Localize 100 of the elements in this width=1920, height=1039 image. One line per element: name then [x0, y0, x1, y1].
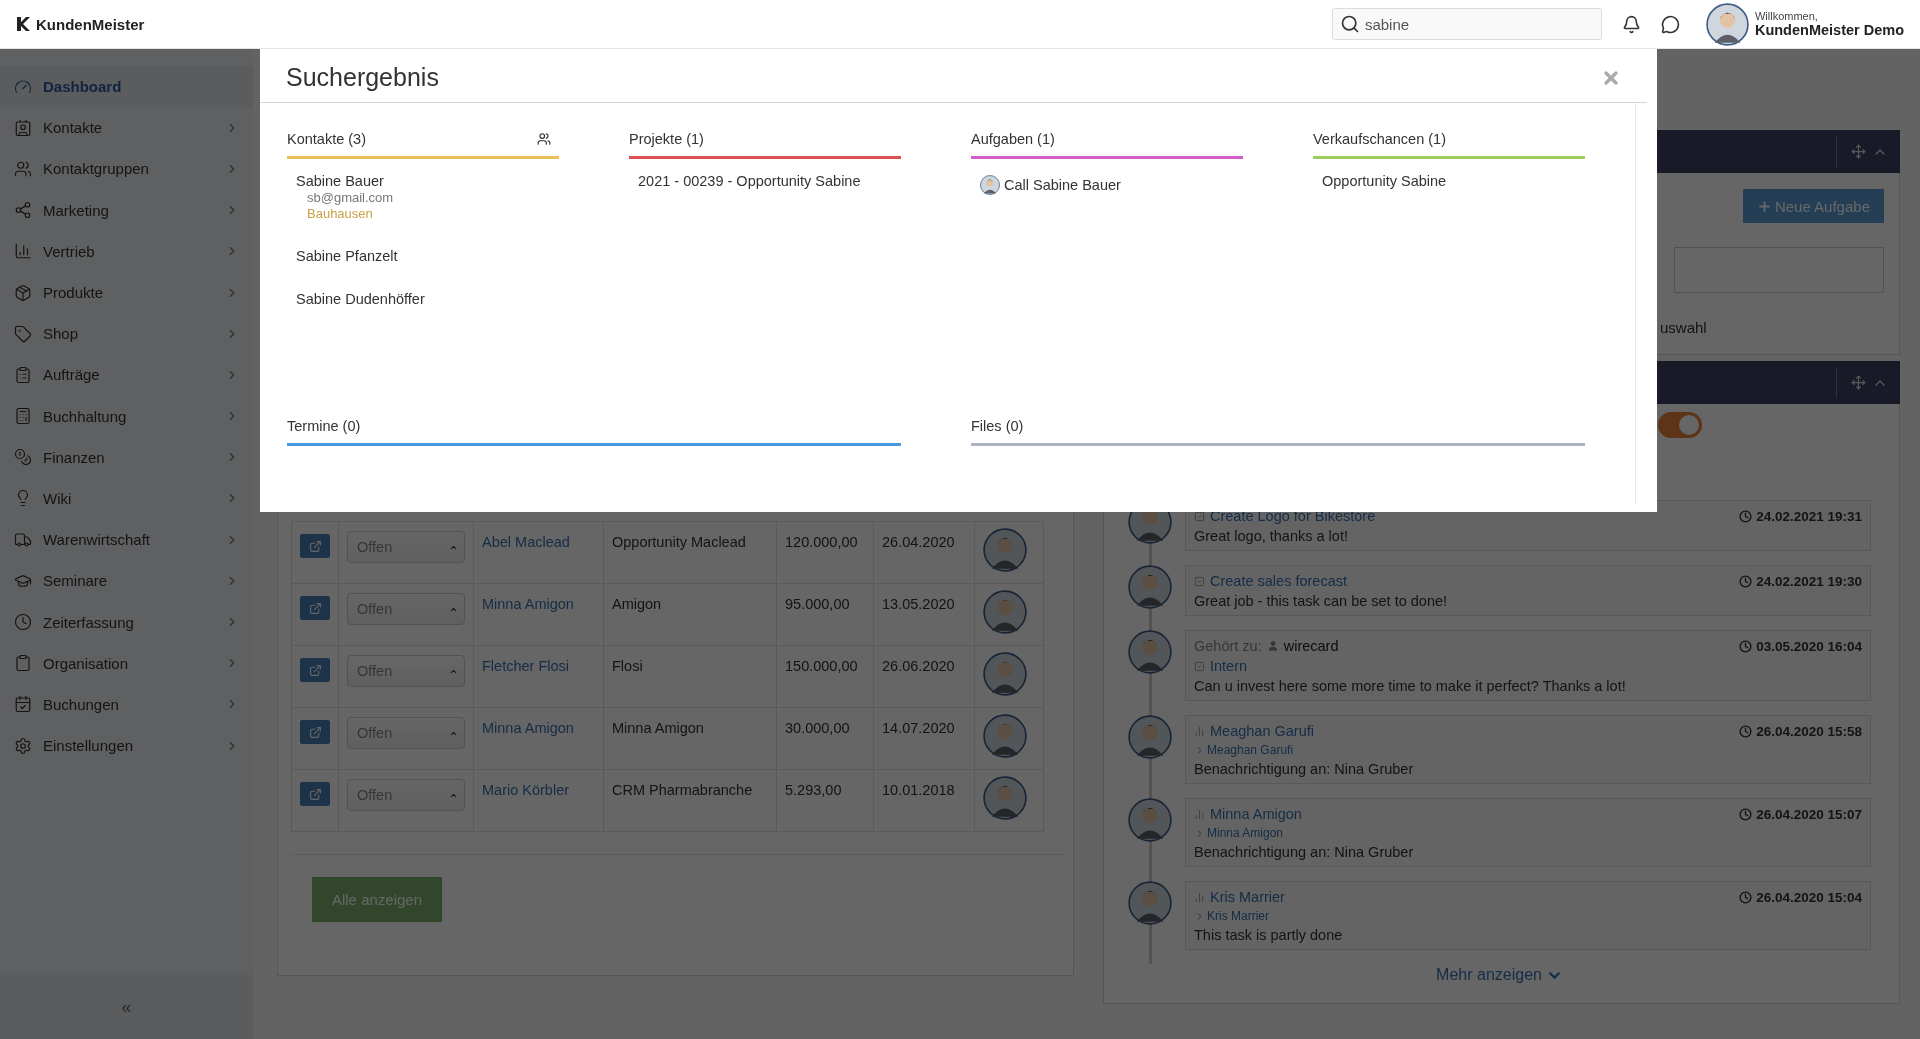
feed-text: Great logo, thanks a lot!: [1194, 528, 1349, 544]
open-button[interactable]: [300, 720, 330, 744]
feed-text: Great job - this task can be set to done!: [1194, 593, 1449, 609]
timestamp: 26.04.2020 15:58: [1756, 723, 1862, 739]
contact-link[interactable]: Minna Amigon: [482, 596, 574, 612]
avatar: [1128, 798, 1172, 842]
messages-button[interactable]: [1660, 14, 1680, 34]
section-title: Files (0): [971, 418, 1024, 434]
result-item[interactable]: Sabine Bauer: [296, 173, 559, 189]
open-button[interactable]: [300, 782, 330, 806]
table-cell: 10.01.2018: [882, 782, 955, 798]
timestamp: 03.05.2020 16:04: [1756, 638, 1862, 654]
app-name: KundenMeister: [36, 15, 145, 33]
avatar: [1128, 565, 1172, 609]
feed-text: Benachrichtigung an: Nina Gruber: [1194, 844, 1415, 860]
result-item[interactable]: Sabine Dudenhöffer: [296, 291, 559, 307]
open-button[interactable]: [300, 596, 330, 620]
move-icon[interactable]: [1851, 144, 1866, 159]
table-cell: CRM Pharmabranche: [612, 782, 753, 798]
contact-link[interactable]: Fletcher Flosi: [482, 658, 570, 674]
sidebar-item[interactable]: Produkte: [0, 271, 253, 314]
feed-link[interactable]: Intern: [1210, 658, 1248, 674]
section-title: Termine (0): [287, 418, 361, 434]
sidebar-item[interactable]: Zeiterfassung: [0, 601, 253, 643]
table-cell: Flosi: [612, 658, 643, 674]
bar-chart-icon: [1194, 808, 1205, 820]
sidebar-item[interactable]: Buchungen: [0, 683, 253, 725]
sidebar-item[interactable]: Marketing: [0, 189, 253, 231]
avatar: [983, 590, 1027, 634]
section-title: Projekte (1): [629, 131, 704, 147]
toggle-switch[interactable]: [1658, 412, 1702, 438]
sidebar-item[interactable]: Seminare: [0, 560, 253, 602]
company-link[interactable]: Bauhausen: [296, 206, 559, 221]
move-icon[interactable]: [1851, 375, 1866, 390]
result-item[interactable]: Sabine Pfanzelt: [296, 248, 559, 264]
sidebar-item[interactable]: Kontaktgruppen: [0, 148, 253, 190]
avatar: [1128, 881, 1172, 925]
sidebar-item[interactable]: Shop: [0, 313, 253, 355]
sidebar-item[interactable]: Einstellungen: [0, 725, 253, 767]
feed-link[interactable]: Create sales forecast: [1210, 573, 1347, 589]
external-link-icon: [308, 539, 322, 553]
user-name: KundenMeister Demo: [1754, 22, 1904, 38]
belongs-value: wirecard: [1283, 638, 1339, 654]
sidebar-item[interactable]: Buchhaltung: [0, 395, 253, 437]
avatar: [1128, 630, 1172, 674]
open-button[interactable]: [300, 534, 330, 558]
table-cell: 120.000,00: [785, 534, 858, 550]
table-cell: Amigon: [612, 596, 662, 612]
search-field[interactable]: sabine: [1331, 8, 1602, 40]
clipboard-list-icon: [14, 365, 32, 384]
feed-text: This task is partly done: [1194, 927, 1344, 943]
checkbox-icon: [1194, 660, 1205, 672]
avatar: [980, 175, 1000, 195]
contact-link[interactable]: Minna Amigon: [482, 720, 574, 736]
new-task-button[interactable]: Neue Aufgabe: [1742, 189, 1884, 223]
table-cell: 13.05.2020: [882, 596, 955, 612]
feed-link[interactable]: Meaghan Garufi: [1210, 723, 1314, 739]
logo-icon: [16, 16, 30, 32]
sidebar-item[interactable]: Organisation: [0, 642, 253, 684]
table-cell: 30.000,00: [785, 720, 850, 736]
result-item[interactable]: Opportunity Sabine: [1322, 173, 1585, 189]
feed-link[interactable]: Minna Amigon: [1210, 806, 1302, 822]
checkbox-icon: [1194, 510, 1205, 522]
field-label: uswahl: [1660, 319, 1707, 336]
coins-icon: [14, 448, 32, 467]
users-icon: [14, 159, 32, 178]
sub-link[interactable]: Meaghan Garufi: [1194, 743, 1862, 757]
sidebar-item[interactable]: Vertrieb: [0, 230, 253, 272]
sidebar-item[interactable]: Kontakte: [0, 107, 253, 149]
sidebar-item[interactable]: Aufträge: [0, 354, 253, 396]
contact-link[interactable]: Abel Maclead: [482, 534, 570, 550]
clock-icon: [1739, 724, 1753, 738]
sub-link[interactable]: Kris Marrier: [1194, 909, 1862, 923]
table-cell: 95.000,00: [785, 596, 850, 612]
feed-link[interactable]: Kris Marrier: [1210, 889, 1285, 905]
sidebar-item[interactable]: Finanzen: [0, 436, 253, 478]
contact-card-icon: [14, 118, 32, 137]
table-cell: 5.293,00: [785, 782, 842, 798]
collapse-sidebar-button[interactable]: «: [0, 975, 253, 1039]
result-item[interactable]: 2021 - 00239 - Opportunity Sabine: [638, 173, 901, 189]
show-more-link[interactable]: Mehr anzeigen: [1436, 966, 1563, 984]
result-item[interactable]: Call Sabine Bauer: [980, 175, 1243, 195]
sub-link[interactable]: Minna Amigon: [1194, 826, 1862, 840]
bar-chart-icon: [1194, 891, 1205, 903]
external-link-icon: [308, 725, 322, 739]
avatar: [983, 652, 1027, 696]
sidebar-item[interactable]: Wiki: [0, 477, 253, 520]
contact-link[interactable]: Mario Körbler: [482, 782, 570, 798]
sidebar-item[interactable]: Warenwirtschaft: [0, 519, 253, 561]
sidebar-item[interactable]: Dashboard: [0, 66, 253, 108]
section-title: Kontakte (3): [287, 131, 366, 147]
tag-icon: [14, 324, 32, 343]
users-icon: [537, 132, 551, 146]
open-button[interactable]: [300, 658, 330, 682]
search-icon: [1339, 14, 1360, 34]
notifications-button[interactable]: [1621, 14, 1641, 34]
clock-icon: [1739, 807, 1753, 821]
external-link-icon: [308, 663, 322, 677]
external-link-icon: [308, 601, 322, 615]
calendar-icon: [14, 695, 32, 714]
